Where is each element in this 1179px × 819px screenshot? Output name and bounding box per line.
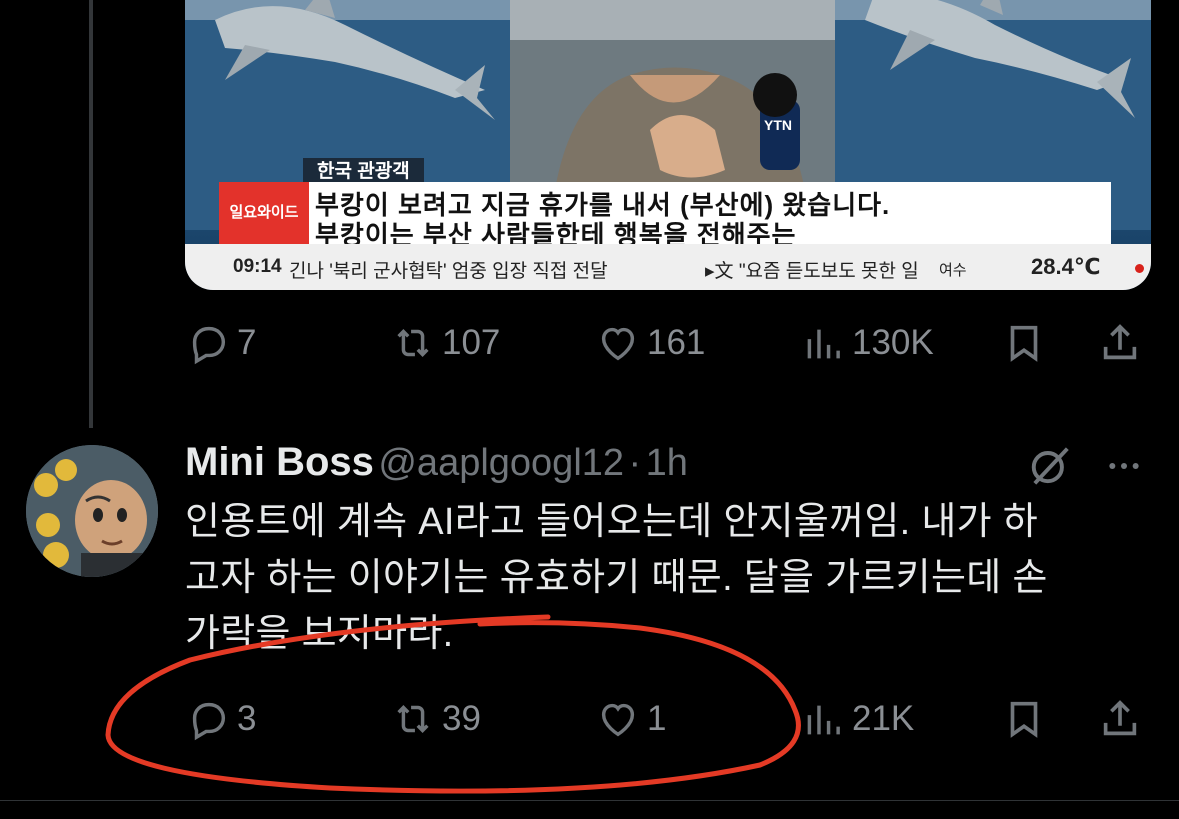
reply-button[interactable]: 7 bbox=[185, 318, 256, 368]
views-icon bbox=[807, 705, 840, 735]
reply-count: 3 bbox=[237, 699, 257, 738]
share-icon bbox=[1103, 324, 1137, 360]
share-button[interactable] bbox=[1097, 694, 1143, 744]
bookmark-button[interactable] bbox=[1001, 318, 1047, 368]
like-button[interactable]: 1 bbox=[595, 694, 666, 744]
reply-count: 7 bbox=[237, 323, 257, 362]
views-icon bbox=[807, 329, 840, 359]
retweet-count: 107 bbox=[442, 323, 501, 362]
ticker-headline-2: ▸文 "요즘 듣도보도 못한 일 bbox=[705, 261, 919, 282]
like-count: 1 bbox=[647, 699, 667, 738]
header-separator: · bbox=[628, 442, 642, 484]
post-time[interactable]: 1h bbox=[646, 442, 688, 484]
divider bbox=[0, 800, 1179, 801]
bookmark-icon bbox=[1010, 325, 1038, 362]
avatar[interactable] bbox=[26, 445, 158, 577]
reply-header: Mini Boss @aaplgoogl12 · 1h bbox=[185, 440, 688, 492]
like-icon bbox=[601, 327, 635, 361]
retweet-button[interactable]: 39 bbox=[390, 694, 481, 744]
thread-connector-line bbox=[89, 0, 93, 428]
retweet-count: 39 bbox=[442, 699, 481, 738]
views-button[interactable]: 130K bbox=[800, 318, 934, 368]
views-count: 130K bbox=[852, 323, 934, 362]
ticker-time: 09:14 bbox=[233, 256, 282, 277]
broadcast-logo: 일요와이드 bbox=[219, 182, 309, 244]
share-button[interactable] bbox=[1097, 318, 1143, 368]
share-icon bbox=[1103, 700, 1137, 736]
reply-icon bbox=[192, 702, 226, 741]
retweet-button[interactable]: 107 bbox=[390, 318, 500, 368]
reply-icon bbox=[192, 326, 226, 365]
svg-text:YTN: YTN bbox=[764, 117, 792, 133]
reply-text: 인용트에 계속 AI라고 들어오는데 안지울꺼임. 내가 하 고자 하는 이야기… bbox=[185, 501, 1048, 655]
retweet-icon bbox=[397, 329, 429, 357]
like-icon bbox=[601, 703, 635, 737]
ticker-headline: 긴나 '북리 군사협탁' 엄중 입장 직접 전달 bbox=[289, 261, 608, 282]
bookmark-button[interactable] bbox=[1001, 694, 1047, 744]
like-count: 161 bbox=[647, 323, 706, 362]
tweet-action-bar: 7 107 161 130K bbox=[185, 318, 1151, 368]
ticker-city: 여수 bbox=[939, 262, 967, 279]
grok-icon bbox=[1031, 447, 1069, 485]
grok-button[interactable] bbox=[1024, 440, 1076, 492]
live-dot bbox=[1135, 264, 1144, 273]
like-button[interactable]: 161 bbox=[595, 318, 705, 368]
ticker-temperature: 28.4℃ bbox=[1031, 254, 1101, 279]
display-name[interactable]: Mini Boss bbox=[185, 440, 374, 484]
more-icon bbox=[1109, 463, 1139, 469]
retweet-icon bbox=[397, 705, 429, 733]
avatar-image bbox=[26, 445, 158, 577]
tweet-media-image[interactable]: YTN 한국 관광객 일요와이드 부캉이 보려고 지금 휴가를 내서 (부산에)… bbox=[185, 0, 1151, 290]
user-handle[interactable]: @aaplgoogl12 bbox=[378, 442, 624, 484]
bookmark-icon bbox=[1010, 701, 1038, 738]
news-ticker: 09:14 긴나 '북리 군사협탁' 엄중 입장 직접 전달 ▸文 "요즘 듣도… bbox=[185, 244, 1151, 290]
views-button[interactable]: 21K bbox=[800, 694, 914, 744]
reply-button[interactable]: 3 bbox=[185, 694, 256, 744]
more-options-button[interactable] bbox=[1098, 446, 1150, 486]
reply-action-bar: 3 39 1 21K bbox=[185, 694, 1151, 744]
views-count: 21K bbox=[852, 699, 915, 738]
